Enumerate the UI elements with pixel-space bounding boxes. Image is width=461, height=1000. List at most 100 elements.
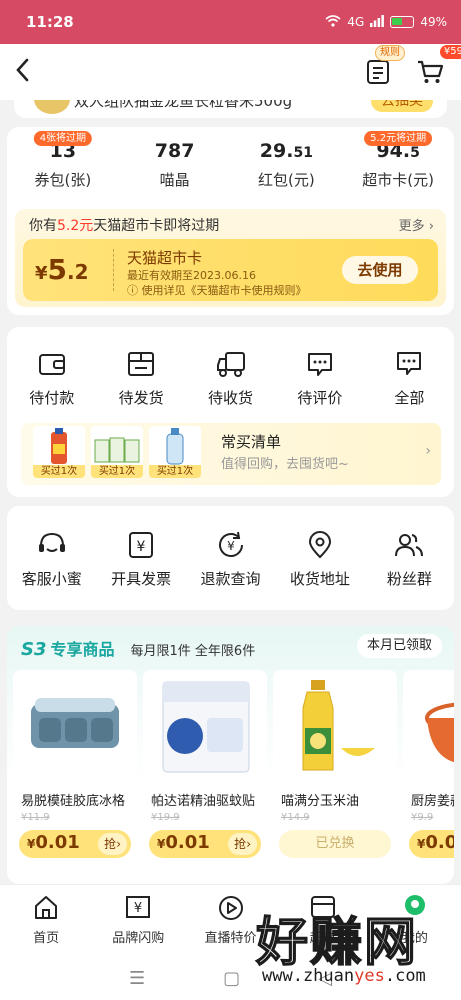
product-name: 易脱模硅胶底冰格 — [21, 794, 126, 809]
tab-my[interactable]: 我的 — [369, 885, 461, 956]
order-label: 待收货 — [208, 389, 254, 407]
frequent-subtitle: 值得回购，去囤货吧~ — [221, 457, 349, 472]
status-icons: 4G 49% — [325, 14, 447, 30]
brand-flash-icon: ¥ — [92, 893, 184, 923]
tab-brand-flash[interactable]: ¥ 品牌闪购 — [92, 885, 184, 956]
rice-bowl-icon — [34, 100, 70, 114]
refund-icon: ¥ — [186, 530, 275, 562]
card-expiry: 最近有效期至2023.06.16 — [127, 269, 256, 282]
bottom-tab-bar: 首页 ¥ 品牌闪购 直播特价 超市 我的 — [0, 884, 461, 956]
header: 规则 ¥59 — [0, 44, 461, 100]
order-label: 全部 — [394, 389, 425, 407]
buy-button[interactable]: ¥0.01 抢› — [19, 830, 131, 858]
tab-home[interactable]: 首页 — [0, 885, 92, 956]
live-icon — [184, 893, 276, 923]
product-price: ¥0.0 — [417, 832, 454, 853]
service-label: 收货地址 — [289, 570, 350, 588]
product-name: 帕达诺精油驱蚊贴 — [151, 794, 256, 809]
patch-pack-image — [162, 681, 250, 773]
expire-text: 你有5.2元天猫超市卡即将过期 — [29, 218, 220, 234]
s3-exclusive-card: S3 专享商品 每月限1件 全年限6件 本月已领取 易脱模硅胶底冰格 ¥11.9… — [7, 626, 454, 884]
cart-button[interactable]: ¥59 — [413, 45, 461, 89]
customer-service-icon — [7, 530, 96, 562]
promo-banner[interactable]: 双人组队抽金龙鱼长粒香米500g 去抽奖 — [14, 100, 447, 118]
asset-badge: 4张将过期 — [33, 131, 93, 146]
grab-button[interactable]: 抢› — [228, 833, 257, 855]
more-link[interactable]: 更多 › — [399, 215, 434, 234]
product-card[interactable]: 易脱模硅胶底冰格 ¥11.9 ¥0.01 抢› — [13, 670, 137, 870]
system-nav-bar: ☰ ▢ ◁ — [0, 956, 461, 1000]
s3-claimed-badge[interactable]: 本月已领取 — [356, 634, 442, 658]
back-triangle-icon[interactable]: ◁ — [318, 968, 332, 989]
invoice-icon: ¥ — [96, 530, 185, 562]
service-address[interactable]: 收货地址 — [275, 530, 364, 589]
buy-button[interactable]: ¥0.01 抢› — [149, 830, 261, 858]
product-thumbnail: 买过1次 — [33, 426, 85, 478]
home-square-icon[interactable]: ▢ — [223, 968, 240, 989]
asset-supermarket-card[interactable]: 5.2元将过期 94.5 超市卡(元) — [342, 131, 454, 195]
service-fans-group[interactable]: 粉丝群 — [365, 530, 454, 589]
home-icon — [0, 893, 92, 923]
buy-button[interactable]: ¥0.0 — [409, 830, 454, 858]
orders-card: 待付款 待发货 待收货 待评价 全部 买过1次 买过1次 买过1次 常买清单 值… — [7, 327, 454, 497]
svg-text:¥: ¥ — [227, 539, 235, 553]
truck-icon — [186, 349, 275, 381]
order-pending-payment[interactable]: 待付款 — [7, 349, 96, 413]
tab-live[interactable]: 直播特价 — [184, 885, 276, 956]
product-card[interactable]: 厨房姜蒜 ¥9.9 ¥0.0 — [403, 670, 454, 870]
order-pending-shipment[interactable]: 待发货 — [96, 349, 185, 413]
menu-icon[interactable]: ☰ — [129, 968, 145, 989]
supermarket-card[interactable]: ¥5.2 天猫超市卡 最近有效期至2023.06.16 ⓘ 使用详见《天猫超市卡… — [23, 239, 438, 301]
rules-icon — [367, 60, 389, 84]
order-all[interactable]: 全部 — [365, 349, 454, 413]
product-card[interactable]: 帕达诺精油驱蚊贴 ¥19.9 ¥0.01 抢› — [143, 670, 267, 870]
card-amount: ¥5.2 — [35, 253, 89, 286]
banner-text: 双人组队抽金龙鱼长粒香米500g — [74, 100, 293, 110]
use-card-button[interactable]: 去使用 — [342, 256, 418, 284]
asset-value: 29.51 — [259, 140, 313, 162]
asset-value: 787 — [154, 140, 195, 162]
battery-percent: 49% — [420, 15, 447, 29]
tab-supermarket[interactable]: 超市 — [277, 885, 369, 956]
asset-label: 超市卡(元) — [362, 171, 434, 189]
product-name: 厨房姜蒜 — [411, 794, 454, 809]
expire-notice: 你有5.2元天猫超市卡即将过期 更多 › ¥5.2 天猫超市卡 最近有效期至20… — [15, 209, 446, 307]
order-label: 待评价 — [297, 389, 343, 407]
ice-tray-image — [31, 698, 119, 748]
service-label: 粉丝群 — [386, 570, 432, 588]
order-pending-review[interactable]: 待评价 — [275, 349, 364, 413]
service-invoice[interactable]: ¥ 开具发票 — [96, 530, 185, 589]
all-orders-icon — [365, 349, 454, 381]
asset-red-packets[interactable]: 29.51 红包(元) — [231, 139, 343, 195]
product-card[interactable]: 喵满分玉米油 ¥14.9 已兑换 — [273, 670, 397, 870]
s3-title: 专享商品 — [50, 640, 115, 659]
s3-logo: S3 — [21, 639, 47, 660]
assets-card: 4张将过期 13 券包(张) 787 喵晶 29.51 红包(元) 5.2元将过… — [7, 127, 454, 315]
rules-button[interactable]: 规则 — [361, 45, 405, 89]
s3-rule: 每月限1件 全年限6件 — [130, 644, 256, 659]
card-divider — [113, 249, 114, 291]
order-label: 待发货 — [118, 389, 164, 407]
services-card: 客服小蜜 ¥ 开具发票 ¥ 退款查询 收货地址 粉丝群 — [7, 506, 454, 610]
grab-button[interactable]: 抢› — [98, 833, 127, 855]
location-icon — [275, 530, 364, 562]
svg-text:¥: ¥ — [137, 539, 146, 555]
order-pending-receipt[interactable]: 待收货 — [186, 349, 275, 413]
tab-label: 我的 — [401, 931, 428, 946]
bought-tag: 买过1次 — [33, 465, 85, 478]
my-icon — [369, 893, 461, 923]
frequent-list[interactable]: 买过1次 买过1次 买过1次 常买清单 值得回购，去囤货吧~ › — [21, 423, 441, 485]
back-icon[interactable] — [14, 57, 44, 88]
card-rule[interactable]: ⓘ 使用详见《天猫超市卡使用规则》 — [127, 282, 307, 298]
asset-coupons[interactable]: 4张将过期 13 券包(张) — [7, 131, 119, 195]
tab-label: 直播特价 — [204, 931, 257, 946]
redeemed-badge: 已兑换 — [279, 830, 391, 858]
package-icon — [96, 349, 185, 381]
rules-badge: 规则 — [375, 45, 405, 61]
banner-lottery-button[interactable]: 去抽奖 — [371, 100, 433, 112]
asset-crystals[interactable]: 787 喵晶 — [119, 139, 231, 195]
service-customer-support[interactable]: 客服小蜜 — [7, 530, 96, 589]
frequent-title: 常买清单 — [221, 433, 282, 451]
service-refund[interactable]: ¥ 退款查询 — [186, 530, 275, 589]
tab-label: 首页 — [33, 931, 60, 946]
